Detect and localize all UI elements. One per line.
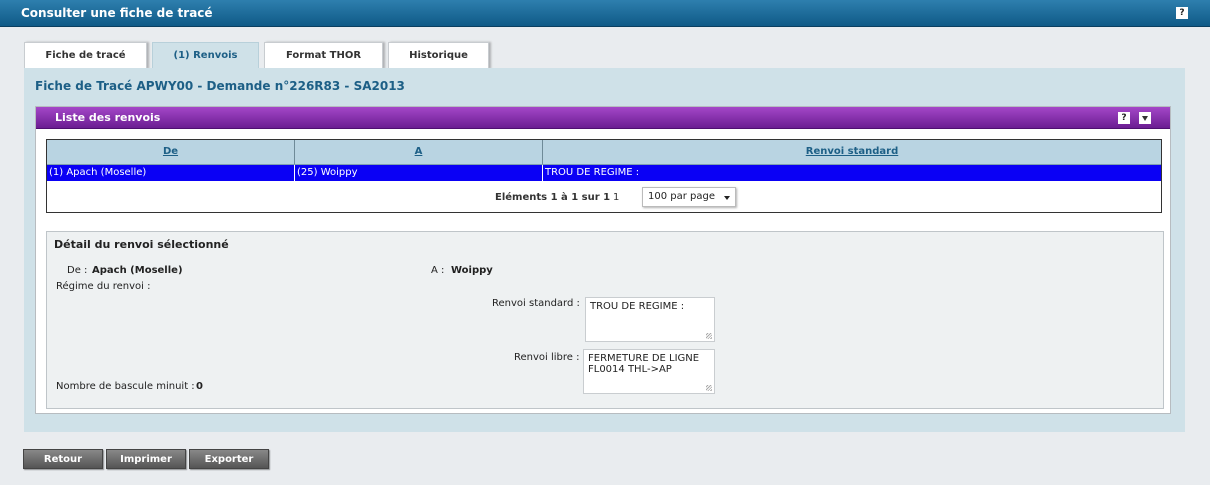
section-help-icon[interactable]: ? — [1118, 112, 1130, 124]
column-header-de[interactable]: De — [47, 140, 295, 164]
pagination-count: Eléments 1 à 1 sur 1 — [495, 192, 611, 203]
cell-a: (25) Woippy — [295, 165, 543, 181]
tab-fiche-de-trace[interactable]: Fiche de tracé — [24, 42, 147, 69]
renvoi-standard-textarea[interactable]: TROU DE REGIME : — [585, 297, 715, 342]
a-value: Woippy — [451, 265, 493, 276]
detail-title: Détail du renvoi sélectionné — [54, 238, 229, 251]
a-label: A : — [431, 265, 445, 276]
window-titlebar: Consulter une fiche de tracé ? — [0, 0, 1210, 27]
renvois-panel: Fiche de Tracé APWY00 - Demande n°226R83… — [24, 68, 1185, 432]
tab-renvois[interactable]: (1) Renvois — [152, 42, 259, 70]
tab-format-thor[interactable]: Format THOR — [264, 42, 383, 69]
renvoi-libre-label: Renvoi libre : — [514, 352, 580, 363]
renvoi-standard-label: Renvoi standard : — [492, 298, 580, 309]
print-button[interactable]: Imprimer — [106, 449, 186, 469]
bascule-label: Nombre de bascule minuit : — [56, 381, 195, 392]
de-label: De : — [67, 265, 88, 276]
help-icon[interactable]: ? — [1176, 7, 1188, 19]
column-header-a[interactable]: A — [295, 140, 543, 164]
page-title: Fiche de Tracé APWY00 - Demande n°226R83… — [35, 79, 405, 93]
cell-de: (1) Apach (Moselle) — [47, 165, 295, 181]
collapse-chevron-icon[interactable] — [1139, 112, 1151, 124]
section-header: Liste des renvois ? — [36, 107, 1170, 129]
detail-panel: Détail du renvoi sélectionné De : Apach … — [46, 231, 1164, 409]
de-value: Apach (Moselle) — [92, 265, 183, 276]
renvoi-standard-text: TROU DE REGIME : — [590, 301, 685, 312]
renvois-section: Liste des renvois ? De A Renvoi standard… — [35, 106, 1171, 414]
table-header: De A Renvoi standard — [47, 140, 1161, 165]
per-page-select[interactable]: 100 par page — [642, 187, 736, 207]
column-header-renvoi-standard[interactable]: Renvoi standard — [543, 140, 1161, 164]
back-button[interactable]: Retour — [23, 449, 103, 469]
export-button[interactable]: Exporter — [189, 449, 269, 469]
cell-renvoi-standard: TROU DE REGIME : — [545, 167, 640, 178]
window-title: Consulter une fiche de tracé — [21, 6, 213, 20]
page-number-link[interactable]: 1 — [613, 192, 619, 203]
renvoi-libre-line-2: FL0014 THL->AP — [588, 364, 672, 375]
renvoi-libre-line-1: FERMETURE DE LIGNE — [588, 353, 700, 364]
section-title: Liste des renvois — [55, 111, 161, 124]
regime-label: Régime du renvoi : — [56, 281, 151, 292]
bascule-value: 0 — [196, 381, 203, 392]
renvoi-libre-textarea[interactable]: FERMETURE DE LIGNE FL0014 THL->AP — [583, 349, 715, 394]
table-row[interactable]: (1) Apach (Moselle) (25) Woippy TROU DE … — [47, 165, 1161, 181]
renvois-table: De A Renvoi standard (1) Apach (Moselle)… — [46, 139, 1162, 213]
tab-historique[interactable]: Historique — [388, 42, 489, 69]
pagination: Eléments 1 à 1 sur 1 1 100 par page — [47, 186, 1161, 210]
